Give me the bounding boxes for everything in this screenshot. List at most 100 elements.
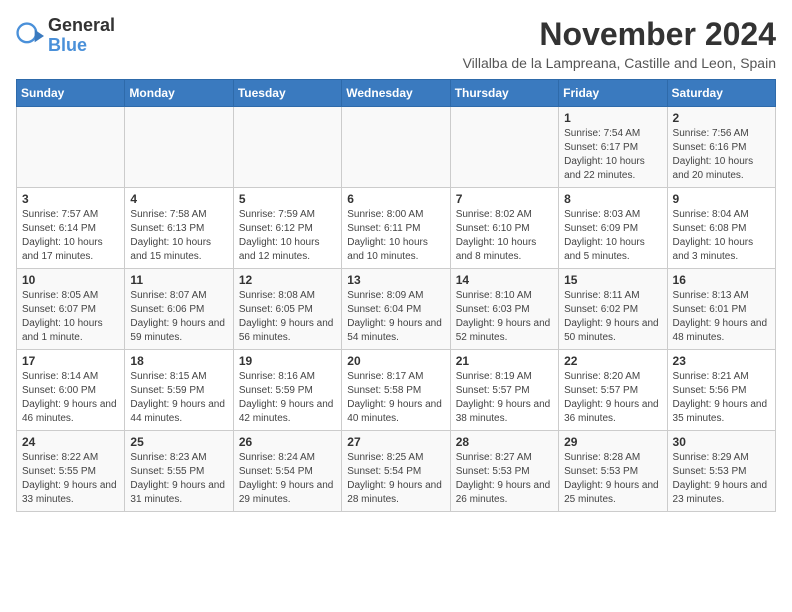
calendar-cell: 21Sunrise: 8:19 AM Sunset: 5:57 PM Dayli… [450, 350, 558, 431]
day-number: 16 [673, 273, 770, 287]
calendar-cell: 17 Sunrise: 8:14 AM Sunset: 6:00 PM Dayli… [17, 350, 125, 431]
calendar-cell: 24Sunrise: 8:22 AM Sunset: 5:55 PM Dayli… [17, 431, 125, 512]
day-info: Sunrise: 8:28 AM Sunset: 5:53 PM Dayligh… [564, 451, 661, 507]
day-info: Sunrise: 8:24 AM Sunset: 5:54 PM Dayligh… [239, 451, 336, 507]
calendar-cell: 13Sunrise: 8:09 AM Sunset: 6:04 PM Dayli… [342, 269, 450, 350]
day-number: 11 [130, 273, 227, 287]
calendar-cell: 26 Sunrise: 8:24 AM Sunset: 5:54 PM Dayli… [233, 431, 341, 512]
calendar-cell: 27Sunrise: 8:25 AM Sunset: 5:54 PM Dayli… [342, 431, 450, 512]
calendar-cell: 1 Sunrise: 7:54 AM Sunset: 6:17 PM Daylig… [559, 107, 667, 188]
calendar-week-row: 17 Sunrise: 8:14 AM Sunset: 6:00 PM Dayli… [17, 350, 776, 431]
day-info: Sunrise: 8:09 AM Sunset: 6:04 PM Dayligh… [347, 289, 444, 345]
day-number: 2 [673, 111, 770, 125]
day-number: 12 [239, 273, 336, 287]
day-info: Sunrise: 8:16 AM Sunset: 5:59 PM Dayligh… [239, 370, 336, 426]
day-info: Sunrise: 7:54 AM Sunset: 6:17 PM Dayligh… [564, 127, 661, 183]
calendar-cell [125, 107, 233, 188]
day-info: Sunrise: 8:29 AM Sunset: 5:53 PM Dayligh… [673, 451, 770, 507]
day-number: 5 [239, 192, 336, 206]
calendar-cell: 4Sunrise: 7:58 AM Sunset: 6:13 PM Daylig… [125, 188, 233, 269]
weekday-header: Saturday [667, 80, 775, 107]
calendar-cell: 22 Sunrise: 8:20 AM Sunset: 5:57 PM Dayli… [559, 350, 667, 431]
calendar-cell: 28 Sunrise: 8:27 AM Sunset: 5:53 PM Dayli… [450, 431, 558, 512]
weekday-header: Tuesday [233, 80, 341, 107]
day-number: 8 [564, 192, 661, 206]
day-info: Sunrise: 8:04 AM Sunset: 6:08 PM Dayligh… [673, 208, 770, 264]
calendar-cell: 8Sunrise: 8:03 AM Sunset: 6:09 PM Daylig… [559, 188, 667, 269]
day-number: 21 [456, 354, 553, 368]
calendar-cell: 9 Sunrise: 8:04 AM Sunset: 6:08 PM Daylig… [667, 188, 775, 269]
day-number: 26 [239, 435, 336, 449]
day-number: 30 [673, 435, 770, 449]
day-number: 28 [456, 435, 553, 449]
day-number: 22 [564, 354, 661, 368]
calendar-cell: 12 Sunrise: 8:08 AM Sunset: 6:05 PM Dayli… [233, 269, 341, 350]
day-info: Sunrise: 8:20 AM Sunset: 5:57 PM Dayligh… [564, 370, 661, 426]
weekday-header: Sunday [17, 80, 125, 107]
day-info: Sunrise: 8:27 AM Sunset: 5:53 PM Dayligh… [456, 451, 553, 507]
day-number: 7 [456, 192, 553, 206]
day-info: Sunrise: 8:21 AM Sunset: 5:56 PM Dayligh… [673, 370, 770, 426]
day-info: Sunrise: 8:23 AM Sunset: 5:55 PM Dayligh… [130, 451, 227, 507]
calendar-cell: 16 Sunrise: 8:13 AM Sunset: 6:01 PM Dayli… [667, 269, 775, 350]
day-info: Sunrise: 8:05 AM Sunset: 6:07 PM Dayligh… [22, 289, 119, 345]
calendar-table: SundayMondayTuesdayWednesdayThursdayFrid… [16, 79, 776, 512]
calendar-cell: 15Sunrise: 8:11 AM Sunset: 6:02 PM Dayli… [559, 269, 667, 350]
day-number: 27 [347, 435, 444, 449]
logo-icon [16, 22, 44, 50]
day-info: Sunrise: 8:10 AM Sunset: 6:03 PM Dayligh… [456, 289, 553, 345]
weekday-header: Thursday [450, 80, 558, 107]
calendar-cell: 6 Sunrise: 8:00 AM Sunset: 6:11 PM Daylig… [342, 188, 450, 269]
calendar-week-row: 3 Sunrise: 7:57 AM Sunset: 6:14 PM Daylig… [17, 188, 776, 269]
day-info: Sunrise: 7:57 AM Sunset: 6:14 PM Dayligh… [22, 208, 119, 264]
day-number: 4 [130, 192, 227, 206]
day-number: 20 [347, 354, 444, 368]
weekday-header: Monday [125, 80, 233, 107]
calendar-cell [17, 107, 125, 188]
calendar-cell [342, 107, 450, 188]
calendar-cell: 30 Sunrise: 8:29 AM Sunset: 5:53 PM Dayli… [667, 431, 775, 512]
logo-general-text: General Blue [48, 16, 115, 56]
calendar-cell: 20 Sunrise: 8:17 AM Sunset: 5:58 PM Dayli… [342, 350, 450, 431]
day-info: Sunrise: 8:22 AM Sunset: 5:55 PM Dayligh… [22, 451, 119, 507]
calendar-cell: 11Sunrise: 8:07 AM Sunset: 6:06 PM Dayli… [125, 269, 233, 350]
day-info: Sunrise: 8:15 AM Sunset: 5:59 PM Dayligh… [130, 370, 227, 426]
calendar-week-row: 24Sunrise: 8:22 AM Sunset: 5:55 PM Dayli… [17, 431, 776, 512]
day-info: Sunrise: 8:08 AM Sunset: 6:05 PM Dayligh… [239, 289, 336, 345]
day-number: 15 [564, 273, 661, 287]
calendar-cell: 10 Sunrise: 8:05 AM Sunset: 6:07 PM Dayli… [17, 269, 125, 350]
day-number: 18 [130, 354, 227, 368]
calendar-cell [233, 107, 341, 188]
day-number: 23 [673, 354, 770, 368]
day-number: 9 [673, 192, 770, 206]
logo: General Blue [16, 16, 115, 56]
calendar-cell: 14 Sunrise: 8:10 AM Sunset: 6:03 PM Dayli… [450, 269, 558, 350]
calendar-week-row: 1 Sunrise: 7:54 AM Sunset: 6:17 PM Daylig… [17, 107, 776, 188]
day-number: 19 [239, 354, 336, 368]
calendar-cell: 3 Sunrise: 7:57 AM Sunset: 6:14 PM Daylig… [17, 188, 125, 269]
calendar-cell [450, 107, 558, 188]
day-number: 3 [22, 192, 119, 206]
day-number: 1 [564, 111, 661, 125]
calendar-cell: 25 Sunrise: 8:23 AM Sunset: 5:55 PM Dayli… [125, 431, 233, 512]
location-subtitle: Villalba de la Lampreana, Castille and L… [135, 55, 776, 71]
calendar-cell: 18 Sunrise: 8:15 AM Sunset: 5:59 PM Dayli… [125, 350, 233, 431]
day-number: 29 [564, 435, 661, 449]
weekday-header: Wednesday [342, 80, 450, 107]
day-number: 14 [456, 273, 553, 287]
month-title: November 2024 [135, 16, 776, 53]
day-info: Sunrise: 8:13 AM Sunset: 6:01 PM Dayligh… [673, 289, 770, 345]
day-number: 6 [347, 192, 444, 206]
day-number: 10 [22, 273, 119, 287]
day-info: Sunrise: 8:00 AM Sunset: 6:11 PM Dayligh… [347, 208, 444, 264]
calendar-cell: 7Sunrise: 8:02 AM Sunset: 6:10 PM Daylig… [450, 188, 558, 269]
day-info: Sunrise: 8:14 AM Sunset: 6:00 PM Dayligh… [22, 370, 119, 426]
day-number: 25 [130, 435, 227, 449]
day-info: Sunrise: 8:17 AM Sunset: 5:58 PM Dayligh… [347, 370, 444, 426]
weekday-header-row: SundayMondayTuesdayWednesdayThursdayFrid… [17, 80, 776, 107]
calendar-cell: 5Sunrise: 7:59 AM Sunset: 6:12 PM Daylig… [233, 188, 341, 269]
header: General Blue November 2024 Villalba de l… [16, 16, 776, 71]
day-number: 17 [22, 354, 119, 368]
calendar-cell: 23 Sunrise: 8:21 AM Sunset: 5:56 PM Dayli… [667, 350, 775, 431]
weekday-header: Friday [559, 80, 667, 107]
